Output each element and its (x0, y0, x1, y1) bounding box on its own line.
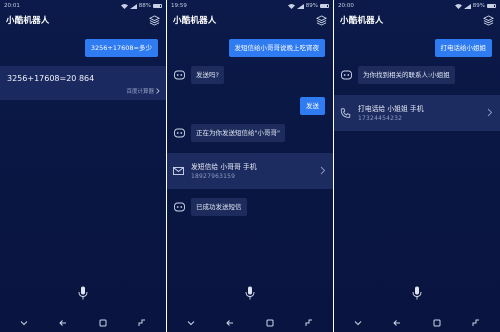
status-bar: 20:00 89% (334, 0, 500, 10)
app-bar: 小酷机器人 (0, 11, 166, 29)
nav-bar (0, 314, 166, 332)
wifi-icon (287, 3, 295, 9)
status-icons: 89% (287, 3, 329, 9)
sms-card-number: 18927963159 (191, 173, 236, 180)
signal-icon (296, 3, 304, 9)
nav-recent-icon[interactable] (304, 318, 314, 328)
nav-home-icon[interactable] (98, 318, 108, 328)
user-message-bubble: 发短信给小哥哥说晚上吃宵夜 (228, 39, 325, 57)
chevron-right-icon (156, 88, 160, 94)
status-time: 19:59 (171, 3, 187, 9)
phone-screen-call: 20:00 89% 小酷机器人 打电话给小姐姐 为你找到相关的联系人:小姐姐 打… (334, 0, 500, 332)
call-card-title: 打电话给 小姐姐 手机 (358, 105, 424, 113)
app-title: 小酷机器人 (173, 16, 217, 26)
signal-icon (463, 3, 471, 9)
sms-action-card[interactable]: 发短信给 小哥哥 手机 18927963159 (167, 153, 333, 189)
user-message-bubble: 发送 (300, 97, 325, 115)
battery-percent: 88% (138, 3, 151, 9)
answer-text: 3256+17608=20 864 (7, 74, 95, 83)
app-bar: 小酷机器人 (167, 11, 333, 29)
nav-home-icon[interactable] (432, 318, 442, 328)
nav-down-icon[interactable] (353, 318, 363, 328)
status-icons: 88% (120, 3, 162, 9)
nav-back-icon[interactable] (225, 318, 235, 328)
envelope-icon (173, 167, 184, 175)
battery-percent: 89% (305, 3, 318, 9)
bot-message-bubble: 正在为你发送短信给"小哥哥" (191, 124, 285, 142)
battery-icon (153, 4, 162, 8)
answer-card[interactable]: 3256+17608=20 864 百度计算器 (0, 66, 166, 100)
user-message-bubble: 3256+17608=多少 (84, 39, 158, 57)
chevron-right-icon (487, 108, 493, 117)
battery-icon (487, 4, 496, 8)
signal-icon (129, 3, 137, 9)
user-message-bubble: 打电话给小姐姐 (434, 39, 492, 57)
chevron-right-icon (320, 166, 326, 175)
layers-icon[interactable] (483, 14, 494, 26)
phone-icon (340, 108, 351, 118)
nav-down-icon[interactable] (186, 318, 196, 328)
answer-source-link[interactable]: 百度计算器 (126, 87, 160, 95)
nav-bar (334, 314, 500, 332)
phone-screen-sms: 19:59 89% 小酷机器人 发短信给小哥哥说晚上吃宵夜 发送吗? 发送 正在… (167, 0, 333, 332)
nav-back-icon[interactable] (58, 318, 68, 328)
mic-icon[interactable] (78, 286, 88, 300)
app-title: 小酷机器人 (6, 16, 50, 26)
answer-source-label: 百度计算器 (126, 89, 154, 95)
status-bar: 20:01 88% (0, 0, 166, 10)
nav-recent-icon[interactable] (471, 318, 481, 328)
status-time: 20:01 (4, 3, 20, 9)
call-action-card[interactable]: 打电话给 小姐姐 手机 17324454232 (334, 95, 500, 131)
robot-icon (341, 70, 352, 80)
robot-icon (174, 202, 185, 212)
mic-icon[interactable] (245, 286, 255, 300)
status-bar: 19:59 89% (167, 0, 333, 10)
status-time: 20:00 (338, 3, 354, 9)
nav-home-icon[interactable] (265, 318, 275, 328)
battery-icon (320, 4, 329, 8)
app-bar: 小酷机器人 (334, 11, 500, 29)
wifi-icon (120, 3, 128, 9)
nav-bar (167, 314, 333, 332)
call-card-number: 17324454232 (358, 115, 403, 122)
robot-icon (174, 70, 185, 80)
battery-percent: 89% (472, 3, 485, 9)
layers-icon[interactable] (316, 14, 327, 26)
bot-message-bubble: 为你找到相关的联系人:小姐姐 (358, 66, 455, 84)
screenshots-row: 20:01 88% 小酷机器人 3256+17608=多少 3256+17608… (0, 0, 500, 332)
bot-message-bubble: 已成功发送短信 (191, 198, 247, 216)
mic-icon[interactable] (412, 286, 422, 300)
status-icons: 89% (454, 3, 496, 9)
layers-icon[interactable] (149, 14, 160, 26)
nav-recent-icon[interactable] (137, 318, 147, 328)
phone-screen-calculator: 20:01 88% 小酷机器人 3256+17608=多少 3256+17608… (0, 0, 166, 332)
bot-message-bubble: 发送吗? (191, 66, 224, 84)
wifi-icon (454, 3, 462, 9)
app-title: 小酷机器人 (340, 16, 384, 26)
nav-back-icon[interactable] (392, 318, 402, 328)
nav-down-icon[interactable] (19, 318, 29, 328)
sms-card-title: 发短信给 小哥哥 手机 (191, 163, 257, 171)
robot-icon (174, 128, 185, 138)
